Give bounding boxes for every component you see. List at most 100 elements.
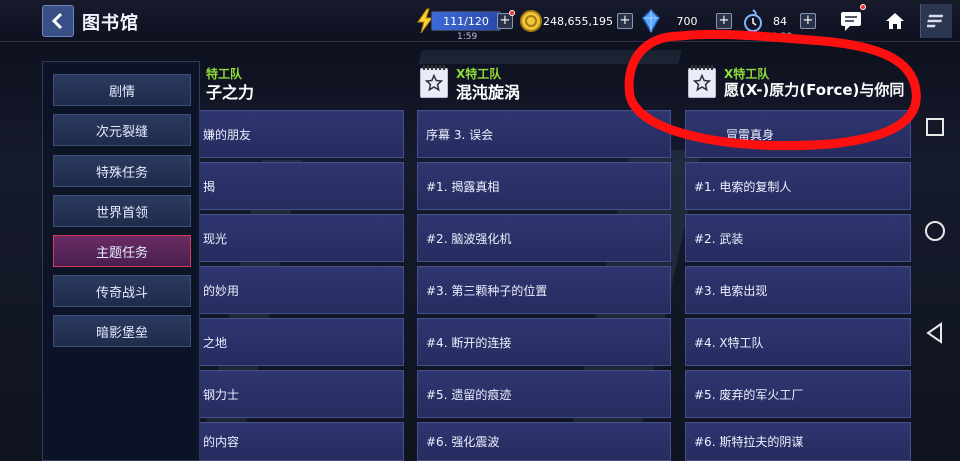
column-header-2: X特工队 混沌旋涡: [420, 61, 670, 105]
episode-label: #2. 武装: [694, 231, 744, 246]
sidebar: 剧情 次元裂缝 特殊任务 世界首领 主题任务 传奇战斗 暗影堡垒: [42, 61, 200, 461]
episode-row[interactable]: #4. 断开的连接: [417, 318, 671, 366]
chat-icon: [841, 12, 861, 31]
episode-row[interactable]: 序幕 3. 误会: [417, 110, 671, 158]
episode-row[interactable]: #5. 废弃的军火工厂: [685, 370, 911, 418]
stamina-add-button[interactable]: +: [800, 13, 816, 29]
stamina-value: 84: [773, 14, 787, 28]
home-icon: [886, 13, 904, 29]
page-title: 图书馆: [82, 13, 139, 34]
episode-row[interactable]: 冒雷真身: [685, 110, 911, 158]
menu-button[interactable]: [920, 4, 952, 38]
energy-resource: 111/120 1:59 +: [415, 8, 525, 42]
episode-row[interactable]: 揭: [196, 162, 404, 210]
sidebar-item-story[interactable]: 剧情: [53, 74, 191, 106]
gold-resource: 248,655,195 +: [519, 8, 634, 34]
episode-label: #4. 断开的连接: [426, 335, 512, 350]
notification-dot: [509, 10, 515, 16]
home-button[interactable]: [880, 6, 910, 36]
sidebar-item-label: 次元裂缝: [95, 124, 148, 140]
episode-row[interactable]: #1. 揭露真相: [417, 162, 671, 210]
crystal-value: 700: [676, 14, 698, 28]
episode-label: #1. 电索的复制人: [694, 179, 792, 194]
circle-icon: [925, 221, 945, 241]
episode-label: 冒雷真身: [726, 127, 775, 142]
gold-value: 248,655,195: [543, 14, 613, 28]
episode-label: #6. 强化震波: [426, 435, 500, 449]
episode-row[interactable]: 嫌的朋友: [196, 110, 404, 158]
episode-row[interactable]: #3. 电索出现: [685, 266, 911, 314]
sidebar-item-label: 特殊任务: [95, 165, 148, 181]
episode-label: 揭: [203, 179, 216, 194]
library-screen: 图书馆 111/120 1:59 + 248,655,195 + 700 + 8…: [0, 0, 960, 461]
sidebar-item-label: 暗影堡垒: [95, 325, 148, 341]
home-nav-button[interactable]: [922, 218, 948, 244]
back-nav-button[interactable]: [922, 320, 948, 346]
sidebar-item-dimension-rift[interactable]: 次元裂缝: [53, 114, 191, 146]
notification-dot: [860, 4, 866, 10]
episode-row[interactable]: #4. X特工队: [685, 318, 911, 366]
energy-timer: 1:59: [457, 32, 478, 42]
episode-row[interactable]: #5. 遗留的痕迹: [417, 370, 671, 418]
sidebar-item-label: 世界首领: [95, 205, 148, 221]
episode-row[interactable]: #3. 第三颗种子的位置: [417, 266, 671, 314]
episode-row[interactable]: #6. 斯特拉夫的阴谋: [685, 422, 911, 461]
sidebar-item-label: 主题任务: [95, 245, 148, 261]
sidebar-item-world-boss[interactable]: 世界首领: [53, 195, 191, 227]
episode-label: 序幕 3. 误会: [426, 127, 494, 142]
episode-label: 嫌的朋友: [203, 127, 252, 142]
episode-row[interactable]: 之地: [196, 318, 404, 366]
sidebar-item-label: 剧情: [108, 84, 135, 100]
episode-label: #2. 脑波强化机: [426, 231, 512, 246]
episode-label: #5. 废弃的军火工厂: [694, 387, 804, 402]
episode-row[interactable]: #2. 脑波强化机: [417, 214, 671, 262]
column-title: 混沌旋涡: [456, 83, 521, 102]
sidebar-item-shadow-fortress[interactable]: 暗影堡垒: [53, 315, 191, 347]
menu-icon: [926, 14, 943, 28]
episode-label: #4. X特工队: [694, 335, 764, 350]
episode-label: #3. 电索出现: [694, 283, 768, 298]
column-header-3: X特工队 愿(X-)原力(Force)与你同: [688, 61, 913, 105]
episode-row[interactable]: 的内容: [196, 422, 404, 461]
episode-label: 的妙用: [203, 283, 240, 298]
episode-row[interactable]: 现光: [196, 214, 404, 262]
episode-label: #6. 斯特拉夫的阴谋: [694, 435, 804, 449]
energy-value: 111/120: [431, 11, 501, 31]
chat-button[interactable]: [836, 4, 866, 36]
episode-label: #3. 第三颗种子的位置: [426, 283, 548, 298]
column-title: 愿(X-)原力(Force)与你同: [724, 81, 905, 99]
sidebar-item-special-missions[interactable]: 特殊任务: [53, 155, 191, 187]
recent-apps-button[interactable]: [922, 114, 948, 140]
episode-label: 现光: [203, 231, 228, 246]
episode-label: 钢力士: [203, 387, 240, 402]
chevron-left-icon: [51, 12, 63, 30]
notebook-star-icon: [420, 65, 448, 98]
episode-label: 之地: [203, 335, 228, 350]
episode-row[interactable]: 钢力士: [196, 370, 404, 418]
gold-add-button[interactable]: +: [617, 13, 633, 29]
square-icon: [926, 118, 944, 136]
episode-row[interactable]: #1. 电索的复制人: [685, 162, 911, 210]
stamina-timer: 1:29: [772, 32, 793, 42]
back-button[interactable]: [42, 5, 74, 37]
sidebar-item-theme-missions[interactable]: 主题任务: [53, 235, 191, 267]
crystal-add-button[interactable]: +: [716, 13, 732, 29]
episode-label: #5. 遗留的痕迹: [426, 387, 512, 402]
column-header-1: 特工队 子之力: [196, 61, 416, 105]
crystal-resource: 700 +: [640, 8, 732, 34]
triangle-back-icon: [926, 322, 942, 344]
episode-row[interactable]: #6. 强化震波: [417, 422, 671, 461]
sidebar-item-legendary-battle[interactable]: 传奇战斗: [53, 275, 191, 307]
top-bar: 图书馆 111/120 1:59 + 248,655,195 + 700 + 8…: [0, 0, 960, 42]
stamina-resource: 84 1:29 +: [742, 8, 818, 42]
flame-clock-icon: [744, 9, 762, 32]
sidebar-item-label: 传奇战斗: [95, 285, 148, 301]
episode-row[interactable]: #2. 武装: [685, 214, 911, 262]
episode-row[interactable]: 的妙用: [196, 266, 404, 314]
column-title: 子之力: [206, 83, 255, 102]
gold-coin-icon: [520, 10, 542, 32]
crystal-icon: [642, 9, 660, 33]
episode-label: #1. 揭露真相: [426, 179, 500, 194]
episode-label: 的内容: [203, 435, 240, 449]
notebook-star-icon: [688, 65, 716, 98]
